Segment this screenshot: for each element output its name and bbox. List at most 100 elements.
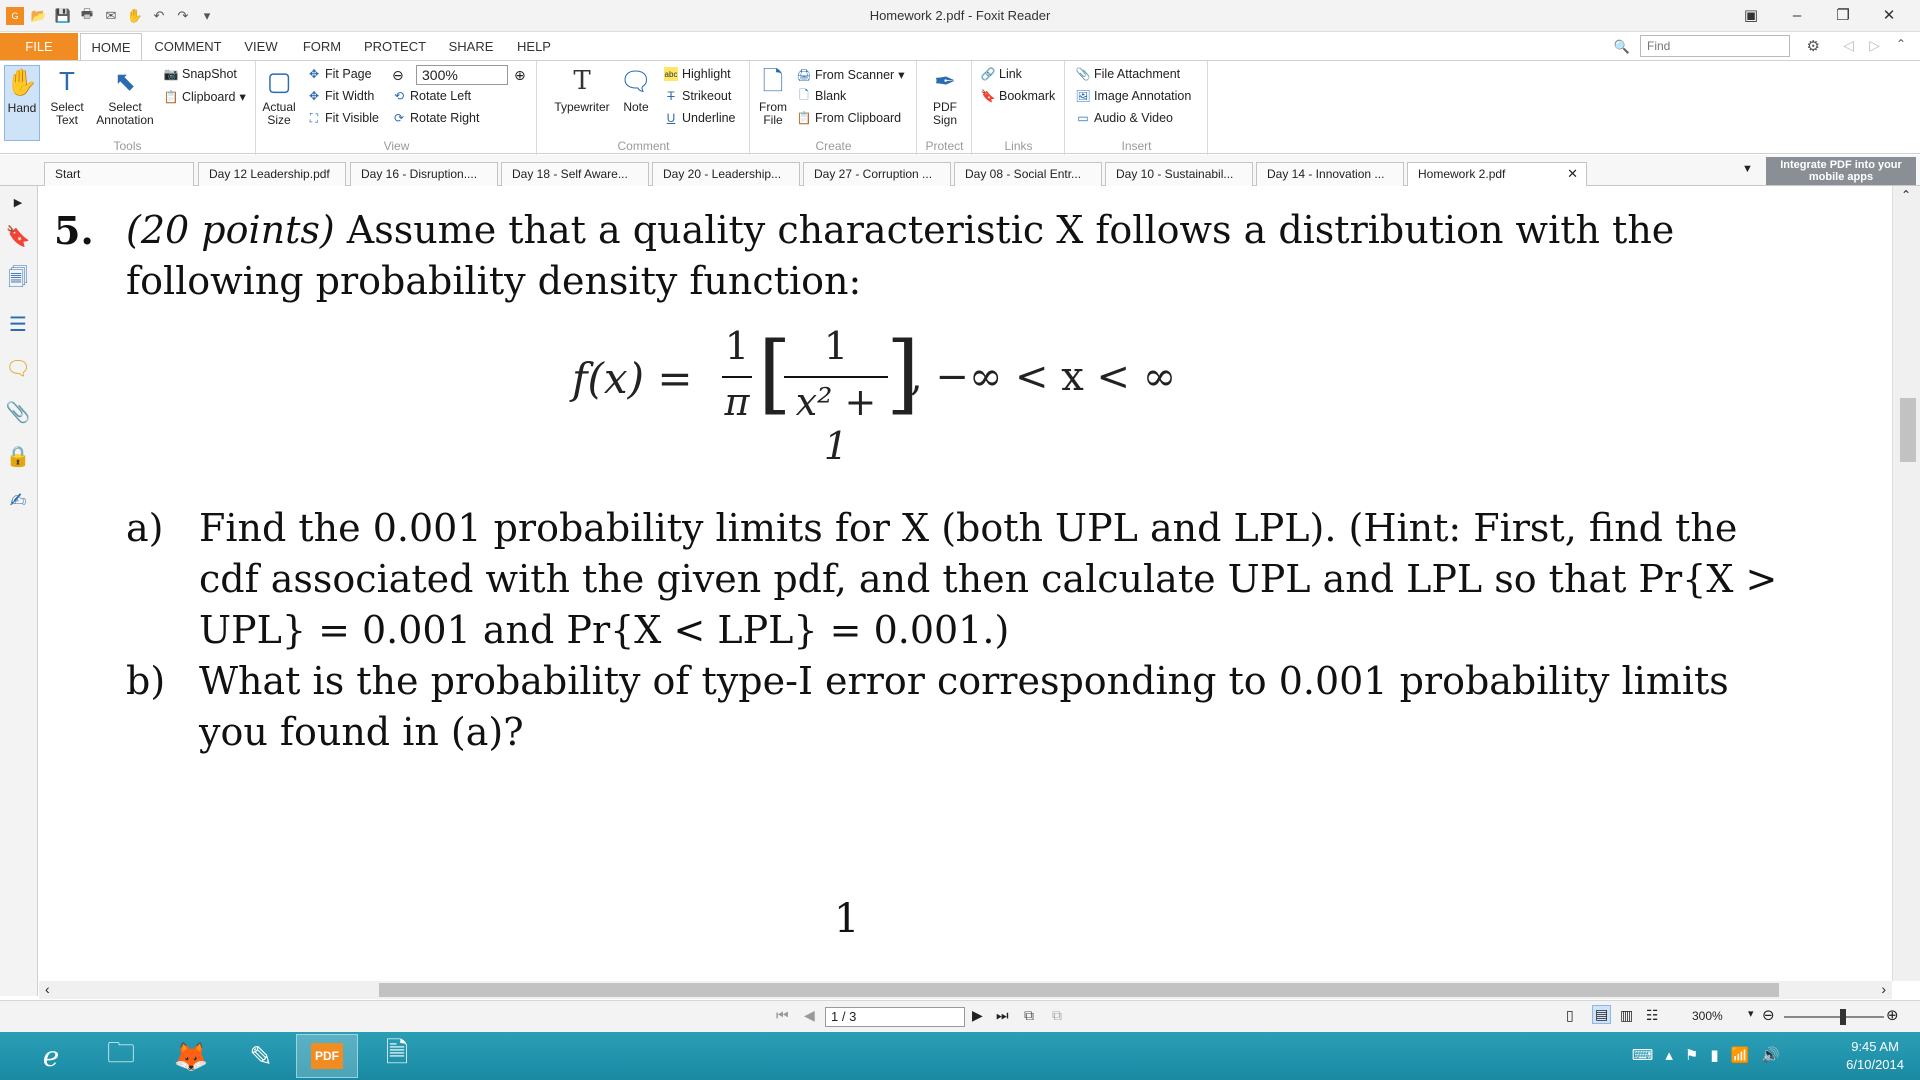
doc-tab[interactable]: Day 14 - Innovation ... [1256, 162, 1404, 186]
rotate-right-button[interactable]: ⟳ Rotate Right [392, 111, 480, 125]
underline-button[interactable]: U Underline [664, 111, 736, 125]
action-center-icon[interactable]: ⚑ [1685, 1046, 1698, 1064]
tab-home[interactable]: HOME [80, 33, 142, 60]
notepad-icon[interactable]: ✎ [230, 1034, 292, 1078]
tab-list-icon[interactable]: ▼ [1742, 163, 1753, 175]
doc-tab[interactable]: Day 27 - Corruption ... [803, 162, 951, 186]
scroll-left-icon[interactable]: ‹ [45, 981, 50, 997]
zoom-out-icon[interactable]: ⊖ [1762, 1006, 1775, 1024]
attachments-icon[interactable]: 📎 [6, 400, 31, 424]
typewriter-button[interactable]: T Typewriter [550, 65, 614, 114]
back-icon[interactable]: ◁ [1843, 37, 1854, 54]
doc-tab-start[interactable]: Start [44, 162, 194, 186]
from-scanner-button[interactable]: 🖨 From Scanner ▾ [796, 67, 904, 83]
settings-icon[interactable]: ⚙ [1807, 37, 1820, 55]
zoom-select[interactable]: 300% [416, 65, 508, 85]
strikeout-button[interactable]: T Strikeout [664, 89, 731, 103]
signatures-icon[interactable]: ✍ [6, 488, 30, 512]
continuous-page-icon[interactable]: ▤ [1592, 1005, 1612, 1024]
select-text-button[interactable]: T Select Text [46, 65, 88, 127]
zoom-dropdown-icon[interactable]: ▾ [1748, 1007, 1754, 1020]
integrate-banner[interactable]: Integrate PDF into your mobile apps [1766, 157, 1916, 185]
doc-tab-active[interactable]: Homework 2.pdf ✕ [1407, 162, 1587, 186]
network-icon[interactable]: 📶 [1731, 1046, 1750, 1064]
zoom-in-icon[interactable]: ⊕ [514, 67, 526, 84]
forward-icon[interactable]: ▷ [1869, 37, 1880, 54]
doc-tab[interactable]: Day 18 - Self Aware... [501, 162, 649, 186]
tab-help[interactable]: HELP [510, 33, 558, 60]
battery-icon[interactable]: ▮ [1710, 1046, 1718, 1064]
layers-icon[interactable]: ☰ [6, 312, 30, 336]
from-file-button[interactable]: 🗋 From File [755, 65, 791, 127]
security-lock-icon[interactable]: 🔒 [6, 444, 31, 468]
find-options-icon[interactable]: 🔍 [1614, 39, 1630, 55]
scroll-up-icon[interactable]: ⌃ [1901, 188, 1911, 202]
show-hidden-icons-icon[interactable]: ▴ [1665, 1046, 1673, 1064]
fit-page-button[interactable]: ✥ Fit Page [307, 67, 372, 81]
select-annotation-button[interactable]: ⬉ Select Annotation [92, 65, 158, 127]
image-annotation-button[interactable]: 🖼 Image Annotation [1075, 89, 1191, 103]
internet-explorer-icon[interactable]: ℯ [20, 1034, 82, 1078]
zoom-slider-thumb[interactable] [1840, 1009, 1846, 1025]
bookmarks-icon[interactable]: 🔖 [6, 224, 31, 248]
snapshot-button[interactable]: 📷 SnapShot [164, 67, 237, 81]
tab-comment[interactable]: COMMENT [150, 33, 226, 60]
pages-icon[interactable]: 🗐 [6, 267, 30, 292]
page-number-input[interactable]: 1 / 3 [825, 1007, 965, 1027]
zoom-slider[interactable] [1784, 1016, 1884, 1018]
tab-file[interactable]: FILE [0, 33, 78, 60]
document-app-icon[interactable]: 🗎 [366, 1034, 428, 1078]
firefox-icon[interactable]: 🦊 [160, 1034, 222, 1078]
tab-view[interactable]: VIEW [236, 33, 286, 60]
rotate-left-button[interactable]: ⟲ Rotate Left [392, 89, 471, 103]
horizontal-scrollbar[interactable]: ‹ › [39, 981, 1892, 999]
bookmark-button[interactable]: 🔖 Bookmark [981, 89, 1056, 103]
scroll-right-icon[interactable]: › [1881, 981, 1886, 997]
keyboard-icon[interactable]: ⌨ [1632, 1046, 1654, 1064]
blank-button[interactable]: 🗋 Blank [797, 88, 846, 104]
clock[interactable]: 9:45 AM 6/10/2014 [1846, 1038, 1904, 1074]
note-button[interactable]: 🗨 Note [618, 65, 654, 114]
file-attachment-button[interactable]: 📎 File Attachment [1076, 67, 1181, 81]
vertical-scroll-thumb[interactable] [1900, 398, 1916, 462]
file-explorer-icon[interactable]: 🗀 [90, 1034, 152, 1078]
next-page-icon[interactable]: ▶ [972, 1007, 983, 1024]
next-view-icon[interactable]: ⧉ [1052, 1007, 1062, 1024]
tab-form[interactable]: FORM [296, 33, 348, 60]
tab-share[interactable]: SHARE [442, 33, 500, 60]
expand-panel-icon[interactable]: ▶ [6, 190, 30, 214]
tab-protect[interactable]: PROTECT [358, 33, 432, 60]
minimize-button[interactable]: – [1774, 2, 1820, 28]
actual-size-button[interactable]: ▢ Actual Size [261, 65, 297, 127]
zoom-level[interactable]: 300% [1692, 1009, 1723, 1023]
doc-tab[interactable]: Day 16 - Disruption.... [350, 162, 498, 186]
from-clipboard-button[interactable]: 📋 From Clipboard [797, 111, 902, 125]
highlight-button[interactable]: abc Highlight [664, 67, 731, 81]
previous-view-icon[interactable]: ⧉ [1024, 1007, 1034, 1024]
doc-tab[interactable]: Day 08 - Social Entr... [954, 162, 1102, 186]
horizontal-scroll-thumb[interactable] [379, 983, 1779, 997]
fit-width-button[interactable]: ✥ Fit Width [307, 89, 374, 103]
zoom-out-icon[interactable]: ⊖ [392, 67, 404, 84]
facing-page-icon[interactable]: ▥ [1620, 1007, 1633, 1024]
hand-button[interactable]: ✋ Hand [4, 65, 40, 141]
doc-tab[interactable]: Day 20 - Leadership... [652, 162, 800, 186]
close-button[interactable]: ✕ [1866, 2, 1912, 28]
audio-video-button[interactable]: ▭ Audio & Video [1076, 111, 1173, 125]
vertical-scrollbar[interactable]: ⌃ [1892, 186, 1920, 981]
close-tab-icon[interactable]: ✕ [1567, 163, 1578, 185]
collapse-ribbon-icon[interactable]: ⌃ [1896, 37, 1906, 51]
single-page-icon[interactable]: ▯ [1566, 1007, 1574, 1024]
fit-visible-button[interactable]: ⛶ Fit Visible [307, 111, 379, 126]
ribbon-display-icon[interactable]: ▣ [1728, 2, 1774, 28]
restore-button[interactable]: ❐ [1820, 2, 1866, 28]
first-page-icon[interactable]: ⏮ [776, 1007, 789, 1024]
last-page-icon[interactable]: ⏭ [996, 1007, 1009, 1024]
continuous-facing-icon[interactable]: ☷ [1646, 1007, 1659, 1024]
link-button[interactable]: 🔗 Link [981, 67, 1022, 81]
find-input[interactable]: Find [1640, 35, 1790, 57]
comments-icon[interactable]: 🗨 [5, 356, 30, 380]
foxit-reader-icon[interactable]: PDF [296, 1034, 358, 1078]
volume-icon[interactable]: 🔊 [1761, 1046, 1780, 1064]
zoom-in-icon[interactable]: ⊕ [1886, 1006, 1899, 1024]
